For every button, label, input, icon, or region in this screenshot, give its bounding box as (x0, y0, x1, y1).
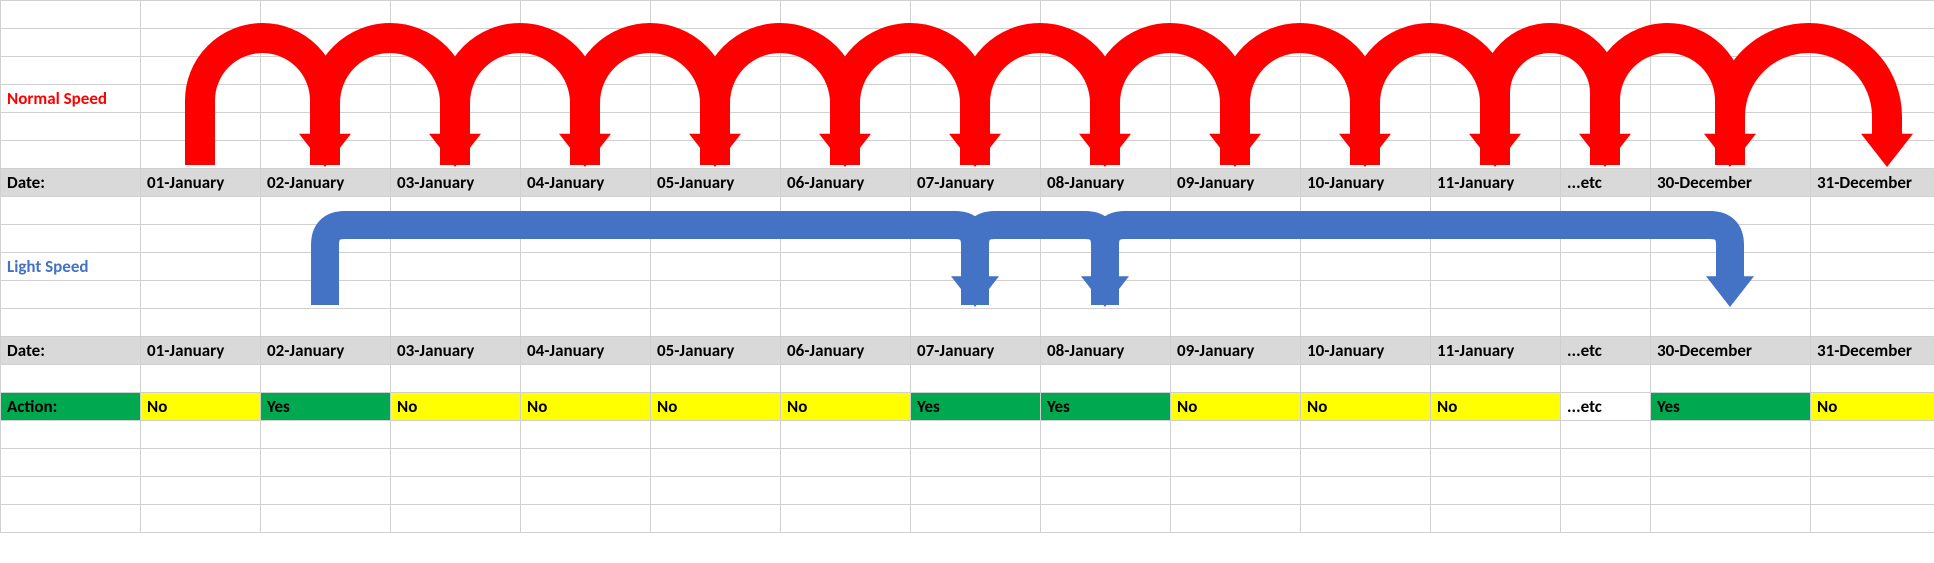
action-cell: Yes (911, 393, 1041, 421)
date-cell: 01-January (141, 169, 261, 197)
date-cell: 11-January (1431, 337, 1561, 365)
date-cell: 03-January (391, 337, 521, 365)
date-cell: 06-January (781, 169, 911, 197)
normal-speed-label: Normal Speed (7, 88, 107, 109)
date-cell: 09-January (1171, 169, 1301, 197)
date-cell: 05-January (651, 169, 781, 197)
date-cell: 01-January (141, 337, 261, 365)
date-cell: 04-January (521, 337, 651, 365)
date-label-2: Date: (1, 337, 141, 365)
action-cell: ...etc (1561, 393, 1651, 421)
date-label-1: Date: (1, 169, 141, 197)
light-speed-label: Light Speed (7, 256, 89, 277)
date-cell: 08-January (1041, 169, 1171, 197)
date-cell: 02-January (261, 337, 391, 365)
action-cell: No (391, 393, 521, 421)
action-cell: No (141, 393, 261, 421)
action-cell: No (1301, 393, 1431, 421)
action-cell: Yes (1651, 393, 1811, 421)
date-cell: 07-January (911, 169, 1041, 197)
spreadsheet-diagram: Normal SpeedDate:01-January02-January03-… (0, 0, 1934, 563)
date-cell: 31-December (1811, 337, 1934, 365)
action-cell: No (651, 393, 781, 421)
date-cell: ...etc (1561, 337, 1651, 365)
date-cell: 10-January (1301, 337, 1431, 365)
date-cell: 05-January (651, 337, 781, 365)
date-cell: 09-January (1171, 337, 1301, 365)
date-cell: 11-January (1431, 169, 1561, 197)
date-cell: 08-January (1041, 337, 1171, 365)
date-cell: 31-December (1811, 169, 1934, 197)
action-cell: Yes (1041, 393, 1171, 421)
action-cell: No (521, 393, 651, 421)
action-cell: Yes (261, 393, 391, 421)
date-cell: 30-December (1651, 337, 1811, 365)
date-cell: 30-December (1651, 169, 1811, 197)
date-cell: 10-January (1301, 169, 1431, 197)
date-cell: 02-January (261, 169, 391, 197)
action-cell: No (1811, 393, 1934, 421)
action-cell: No (781, 393, 911, 421)
date-cell: ...etc (1561, 169, 1651, 197)
date-cell: 03-January (391, 169, 521, 197)
date-cell: 07-January (911, 337, 1041, 365)
date-cell: 06-January (781, 337, 911, 365)
date-cell: 04-January (521, 169, 651, 197)
action-cell: No (1171, 393, 1301, 421)
action-label: Action: (1, 393, 141, 421)
action-cell: No (1431, 393, 1561, 421)
grid: Normal SpeedDate:01-January02-January03-… (0, 0, 1934, 533)
